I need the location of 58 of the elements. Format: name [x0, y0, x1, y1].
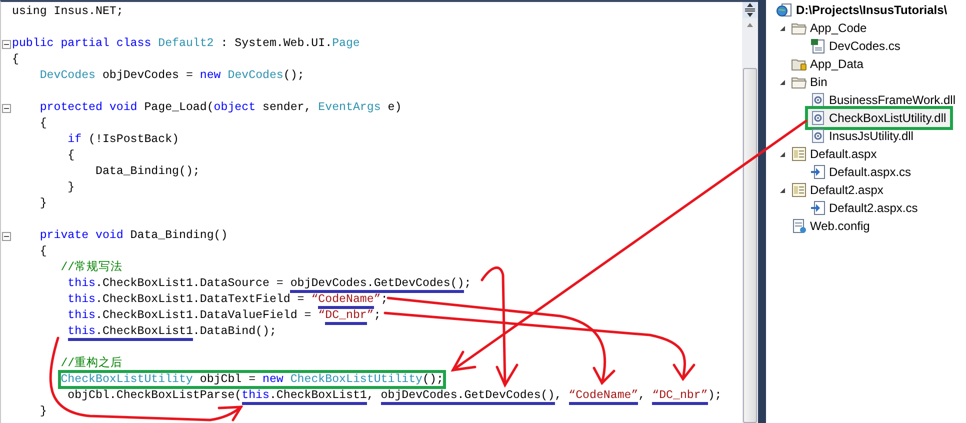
code-file-icon: [810, 38, 826, 54]
code-line: {: [12, 52, 19, 68]
code-file-icon: [810, 200, 826, 216]
code-line: private void Data_Binding(): [38, 228, 228, 244]
tree-item[interactable]: App_Data: [789, 55, 868, 73]
config-file-icon: [791, 218, 807, 234]
tree-item[interactable]: InsusJsUtility.dll: [808, 127, 918, 145]
code-line: }: [38, 196, 47, 212]
gear-file-icon: [810, 92, 826, 108]
tree-item[interactable]: Default2.aspx.cs: [808, 199, 922, 217]
code-line: this.CheckBoxList1.DataSource = objDevCodes.GetDevCodes();: [12, 276, 472, 292]
scrollbar-thumb[interactable]: [743, 68, 757, 423]
code-line: this.CheckBoxList1.DataTextField = “CodeName”;: [12, 292, 388, 308]
code-line: using Insus.NET;: [12, 4, 124, 20]
fold-icon[interactable]: [2, 104, 11, 112]
expanded-arrow-icon[interactable]: [779, 78, 786, 86]
folder-icon: [791, 75, 807, 89]
code-line: this.CheckBoxList1.DataBind();: [12, 324, 276, 340]
code-line: {: [38, 244, 47, 260]
code-line: this.CheckBoxList1.DataValueField = “DC_nbr”;: [12, 308, 381, 324]
scroll-up-icon[interactable]: [746, 22, 754, 28]
code-line: Data_Binding();: [94, 164, 200, 180]
gear-file-icon: [810, 128, 826, 144]
tree-item[interactable]: BusinessFrameWork.dll: [808, 91, 960, 109]
expanded-arrow-icon[interactable]: [779, 186, 786, 194]
expanded-arrow-icon[interactable]: [779, 150, 786, 158]
code-file-icon: [810, 164, 826, 180]
code-line: //重构之后: [60, 356, 123, 372]
folder-icon: [791, 21, 807, 35]
code-line: public partial class Default2 : System.Web.UI.Page: [12, 36, 360, 52]
code-line: DevCodes objDevCodes = new DevCodes();: [38, 68, 304, 84]
code-line: //常规写法: [60, 260, 123, 276]
gear-file-icon: [810, 110, 826, 126]
page-icon: [791, 182, 807, 198]
code-line: CheckBoxListUtility objCbl = new CheckBoxListUtility();: [12, 372, 444, 388]
code-line: {: [38, 116, 47, 132]
expanded-arrow-icon[interactable]: [779, 24, 786, 32]
code-line: {: [66, 148, 75, 164]
tree-item[interactable]: Default.aspx: [789, 145, 881, 163]
folder-icon: [791, 57, 807, 71]
tree-item[interactable]: Default.aspx.cs: [808, 163, 916, 181]
code-line: }: [38, 404, 47, 420]
page-icon: [791, 146, 807, 162]
tree-item[interactable]: DevCodes.cs: [808, 37, 904, 55]
fold-icon[interactable]: [2, 232, 11, 240]
vertical-scrollbar[interactable]: [742, 0, 758, 423]
tree-item[interactable]: Default2.aspx: [789, 181, 888, 199]
tree-item[interactable]: Bin: [789, 73, 832, 91]
code-line: objCbl.CheckBoxListParse(this.CheckBoxList1, objDevCodes.GetDevCodes(), “CodeName”, “DC_nbr”);: [12, 388, 722, 404]
tree-item[interactable]: App_Code: [789, 19, 871, 37]
tree-item[interactable]: Web.config: [789, 217, 874, 235]
fold-icon[interactable]: [2, 40, 11, 48]
code-line: if (!IsPostBack): [66, 132, 179, 148]
tree-item[interactable]: CheckBoxListUtility.dll: [808, 109, 950, 127]
code-line: protected void Page_Load(object sender, EventArgs e): [38, 100, 402, 116]
splitter-icon[interactable]: [743, 2, 757, 18]
code-line: }: [66, 180, 75, 196]
project-root[interactable]: D:\Projects\InsusTutorials\: [796, 1, 948, 19]
